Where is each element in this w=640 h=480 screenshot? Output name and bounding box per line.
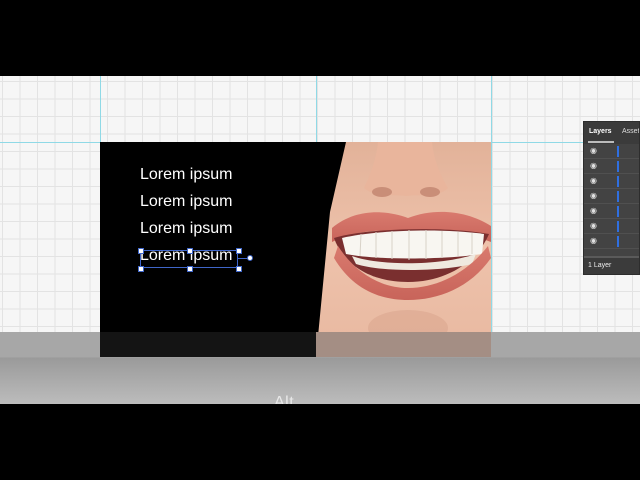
layer-count-label: 1 Layer [588, 262, 612, 269]
text-layer-line-2[interactable]: Lorem ipsum [140, 193, 232, 211]
layer-color-bar [617, 221, 619, 232]
resize-handle-top-left[interactable] [138, 248, 144, 254]
layer-row[interactable]: ◉ [584, 189, 639, 204]
resize-handle-bottom-left[interactable] [138, 266, 144, 272]
rotate-handle[interactable] [247, 255, 253, 261]
tab-assets[interactable]: Asset [622, 128, 639, 135]
photo-illustration [316, 142, 491, 357]
resize-handle-top-middle[interactable] [187, 248, 193, 254]
artboard-shadow-right [316, 332, 491, 357]
letterbox-top [0, 0, 640, 76]
layer-row[interactable]: ◉ [584, 174, 639, 189]
resize-handle-bottom-middle[interactable] [187, 266, 193, 272]
eye-icon[interactable]: ◉ [590, 221, 597, 231]
layer-color-bar [617, 191, 619, 202]
layer-row[interactable]: ◉ [584, 234, 639, 249]
layer-color-bar [617, 176, 619, 187]
eye-icon[interactable]: ◉ [590, 176, 597, 186]
layer-color-bar [617, 161, 619, 172]
eye-icon[interactable]: ◉ [590, 236, 597, 246]
eye-icon[interactable]: ◉ [590, 191, 597, 201]
alt-caption: Alt [274, 394, 295, 404]
layer-row[interactable]: ◉ [584, 144, 639, 159]
panel-footer: 1 Layer [584, 258, 639, 274]
panel-tab-bar: Layers Asset [584, 122, 639, 144]
layer-row[interactable]: ◉ [584, 159, 639, 174]
layer-list: ◉ ◉ ◉ ◉ ◉ ◉ ◉ [584, 144, 639, 256]
design-canvas[interactable]: Alt Lorem ipsum Lorem ipsum Lorem ipsum … [0, 76, 640, 404]
layer-color-bar [617, 206, 619, 217]
letterbox-bottom [0, 404, 640, 480]
layer-color-bar [617, 236, 619, 247]
resize-handle-bottom-right[interactable] [236, 266, 242, 272]
eye-icon[interactable]: ◉ [590, 146, 597, 156]
text-layer-line-1[interactable]: Lorem ipsum [140, 166, 232, 184]
resize-handle-top-right[interactable] [236, 248, 242, 254]
layer-row[interactable]: ◉ [584, 219, 639, 234]
layers-panel: Layers Asset ◉ ◉ ◉ ◉ ◉ ◉ ◉ 1 Layer [583, 121, 640, 275]
artboard-shadow-left [100, 332, 316, 357]
eye-icon[interactable]: ◉ [590, 206, 597, 216]
eye-icon[interactable]: ◉ [590, 161, 597, 171]
active-tab-indicator [588, 141, 614, 143]
smiling-mouth-photo[interactable] [316, 142, 491, 357]
layer-color-bar [617, 146, 619, 157]
tab-layers[interactable]: Layers [589, 128, 612, 135]
layer-row[interactable]: ◉ [584, 204, 639, 219]
text-layer-line-3[interactable]: Lorem ipsum [140, 220, 232, 238]
bottom-overlay-strip [0, 332, 640, 404]
